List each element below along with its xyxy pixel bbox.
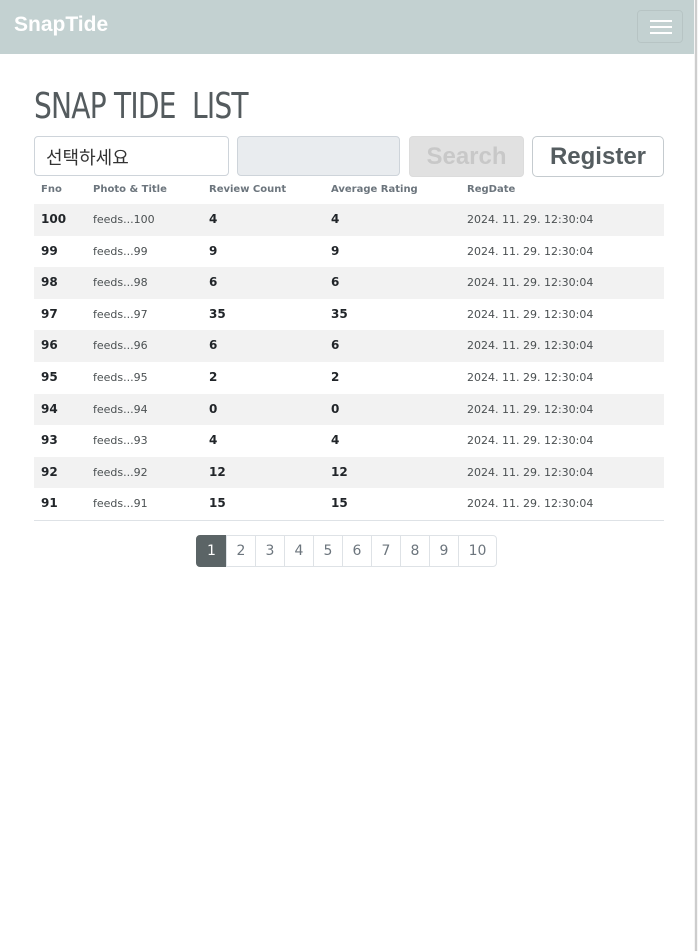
average-rating-cell: 35	[331, 306, 348, 321]
table-row[interactable]: 91 feeds...91 15 15 2024. 11. 29. 12:30:04	[34, 488, 664, 520]
review-count-cell: 0	[209, 401, 218, 416]
column-header-regdate: RegDate	[467, 184, 516, 195]
search-button[interactable]: Search	[409, 136, 524, 177]
table-row[interactable]: 96 feeds...96 6 6 2024. 11. 29. 12:30:04	[34, 330, 664, 362]
review-count-cell: 4	[209, 212, 218, 226]
title-link[interactable]: feeds...95	[93, 362, 148, 394]
column-header-average-rating: Average Rating	[331, 184, 418, 195]
hamburger-menu-icon	[650, 20, 672, 22]
page-link-5[interactable]: 5	[313, 535, 343, 567]
fno-cell: 100	[41, 212, 67, 226]
scrollbar-thumb[interactable]	[695, 0, 697, 951]
title-link[interactable]: feeds...94	[93, 394, 148, 426]
regdate-cell: 2024. 11. 29. 12:30:04	[467, 497, 594, 511]
table-body: 100 feeds...100 4 4 2024. 11. 29. 12:30:04 99…	[34, 204, 664, 520]
title-link[interactable]: feeds...97	[93, 299, 148, 331]
title-link[interactable]: feeds...100	[93, 204, 155, 236]
fno-cell: 95	[41, 369, 58, 384]
review-count-cell: 4	[209, 433, 218, 448]
regdate-cell: 2024. 11. 29. 12:30:04	[467, 339, 594, 353]
regdate-cell: 2024. 11. 29. 12:30:04	[467, 307, 594, 321]
column-header-photo-title: Photo & Title	[93, 184, 167, 195]
review-count-cell: 15	[209, 496, 226, 511]
page-link-8[interactable]: 8	[400, 535, 430, 567]
search-input[interactable]	[237, 136, 400, 176]
hamburger-menu-icon-bar	[650, 26, 672, 28]
page-link-6[interactable]: 6	[342, 535, 372, 567]
table-header: Fno Photo & Title Review Count Average R…	[34, 180, 664, 204]
title-link[interactable]: feeds...91	[93, 488, 148, 520]
table-row[interactable]: 97 feeds...97 35 35 2024. 11. 29. 12:30:04	[34, 299, 664, 331]
page-link-3[interactable]: 3	[255, 535, 285, 567]
average-rating-cell: 4	[331, 212, 340, 226]
review-count-cell: 12	[209, 464, 226, 479]
average-rating-cell: 4	[331, 433, 340, 448]
average-rating-cell: 9	[331, 243, 340, 258]
review-count-cell: 9	[209, 243, 218, 258]
fno-cell: 98	[41, 275, 58, 290]
page-title: SNAP TIDE LIST	[34, 86, 249, 127]
page-link-10[interactable]: 10	[458, 535, 497, 567]
scrollbar-track[interactable]	[694, 0, 698, 951]
regdate-cell: 2024. 11. 29. 12:30:04	[467, 465, 594, 479]
table-row[interactable]: 100 feeds...100 4 4 2024. 11. 29. 12:30:04	[34, 204, 664, 236]
fno-cell: 91	[41, 496, 58, 511]
hamburger-menu-icon-bar	[650, 32, 672, 34]
page-link-1[interactable]: 1	[196, 535, 227, 567]
review-count-cell: 35	[209, 306, 226, 321]
column-header-fno: Fno	[41, 184, 62, 195]
pagination: 1 2 3 4 5 6 7 8 9 10	[196, 535, 497, 567]
search-type-select[interactable]: 선택하세요	[34, 136, 229, 176]
feeds-table: Fno Photo & Title Review Count Average R…	[34, 180, 664, 521]
average-rating-cell: 6	[331, 338, 340, 353]
navbar: SnapTide	[0, 0, 698, 54]
table-row[interactable]: 94 feeds...94 0 0 2024. 11. 29. 12:30:04	[34, 393, 664, 426]
page-link-4[interactable]: 4	[284, 535, 314, 567]
title-link[interactable]: feeds...98	[93, 267, 148, 299]
regdate-cell: 2024. 11. 29. 12:30:04	[467, 370, 594, 384]
table-row[interactable]: 98 feeds...98 6 6 2024. 11. 29. 12:30:04	[34, 267, 664, 299]
fno-cell: 96	[41, 338, 58, 353]
review-count-cell: 6	[209, 338, 218, 353]
review-count-cell: 2	[209, 369, 218, 384]
regdate-cell: 2024. 11. 29. 12:30:04	[467, 244, 594, 258]
table-row[interactable]: 93 feeds...93 4 4 2024. 11. 29. 12:30:04	[34, 425, 664, 457]
regdate-cell: 2024. 11. 29. 12:30:04	[467, 276, 594, 290]
regdate-cell: 2024. 11. 29. 12:30:04	[467, 434, 594, 448]
average-rating-cell: 0	[331, 401, 340, 416]
table-row[interactable]: 92 feeds...92 12 12 2024. 11. 29. 12:30:04	[34, 456, 664, 489]
page-link-7[interactable]: 7	[371, 535, 401, 567]
regdate-cell: 2024. 11. 29. 12:30:04	[467, 213, 594, 226]
brand-logo[interactable]: SnapTide	[14, 13, 108, 37]
fno-cell: 93	[41, 433, 58, 448]
fno-cell: 92	[41, 464, 58, 479]
average-rating-cell: 15	[331, 496, 348, 511]
fno-cell: 97	[41, 306, 58, 321]
average-rating-cell: 2	[331, 369, 340, 384]
register-button[interactable]: Register	[532, 136, 664, 177]
fno-cell: 94	[41, 401, 58, 416]
average-rating-cell: 6	[331, 275, 340, 290]
title-link[interactable]: feeds...96	[93, 330, 148, 362]
table-row[interactable]: 99 feeds...99 9 9 2024. 11. 29. 12:30:04	[34, 236, 664, 268]
review-count-cell: 6	[209, 275, 218, 290]
page-link-9[interactable]: 9	[429, 535, 459, 567]
fno-cell: 99	[41, 243, 58, 258]
page-link-2[interactable]: 2	[226, 535, 256, 567]
average-rating-cell: 12	[331, 464, 348, 479]
menu-toggle-button[interactable]	[637, 10, 683, 43]
column-header-review-count: Review Count	[209, 184, 287, 195]
title-link[interactable]: feeds...92	[93, 457, 148, 489]
title-link[interactable]: feeds...93	[93, 425, 148, 457]
regdate-cell: 2024. 11. 29. 12:30:04	[467, 402, 594, 416]
table-row[interactable]: 95 feeds...95 2 2 2024. 11. 29. 12:30:04	[34, 362, 664, 394]
title-link[interactable]: feeds...99	[93, 236, 148, 268]
